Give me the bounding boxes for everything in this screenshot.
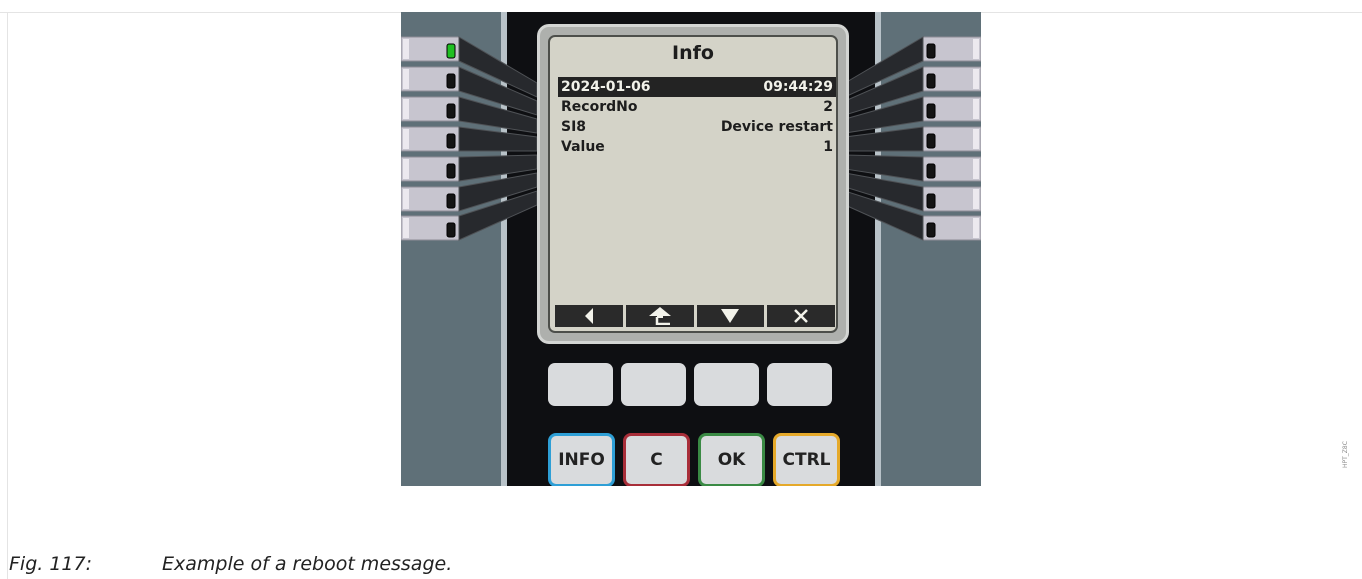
softkey-button-4[interactable] (767, 363, 832, 406)
lcd-row-si8[interactable]: SI8 Device restart (558, 117, 836, 137)
status-led (446, 133, 456, 149)
lcd-title: Info (672, 42, 714, 64)
lcd-frame: Info 2024-01-06 09:44:29 RecordNo 2 SI8 Dev… (537, 24, 849, 344)
lcd-row-date[interactable]: 2024-01-06 09:44:29 (558, 77, 836, 97)
status-led (926, 43, 936, 59)
status-led (926, 73, 936, 89)
left-arrow-icon (584, 308, 593, 324)
status-led (446, 193, 456, 209)
softkey-parent[interactable] (625, 305, 694, 327)
lcd-row-value[interactable]: Value 1 (558, 137, 836, 157)
status-led (446, 73, 456, 89)
figure-text: Example of a reboot message. (162, 553, 453, 575)
device-front-panel: Info 2024-01-06 09:44:29 RecordNo 2 SI8 Dev… (401, 12, 981, 486)
row-label: RecordNo (561, 99, 638, 115)
status-led (926, 103, 936, 119)
lcd-row-recordno[interactable]: RecordNo 2 (558, 97, 836, 117)
figure-number: Fig. 117: (9, 553, 93, 575)
row-label: 2024-01-06 (561, 79, 651, 95)
frame-left-border (7, 12, 8, 579)
left-rail (501, 12, 507, 486)
ok-key[interactable]: OK (698, 433, 765, 486)
function-keys: INFO C OK CTRL (548, 433, 840, 486)
softkey-down[interactable] (696, 305, 765, 327)
up-to-parent-icon (648, 307, 671, 325)
figure-caption: Fig. 117: Example of a reboot message. (9, 553, 452, 575)
right-rail (875, 12, 881, 486)
softkey-buttons (548, 363, 832, 406)
close-icon (794, 309, 809, 323)
row-value: 09:44:29 (763, 79, 833, 95)
row-label: Value (561, 139, 605, 155)
info-key[interactable]: INFO (548, 433, 615, 486)
row-value: 1 (823, 139, 833, 155)
lcd-rows: 2024-01-06 09:44:29 RecordNo 2 SI8 Device r… (558, 77, 836, 157)
softkey-bar (555, 305, 835, 327)
status-led (446, 163, 456, 179)
lcd-display: Info 2024-01-06 09:44:29 RecordNo 2 SI8 Dev… (548, 35, 838, 333)
row-value: 2 (823, 99, 833, 115)
status-led (926, 133, 936, 149)
softkey-button-2[interactable] (621, 363, 686, 406)
c-key[interactable]: C (623, 433, 690, 486)
status-led (926, 222, 936, 238)
softkey-back[interactable] (555, 305, 623, 327)
row-value: Device restart (720, 119, 833, 135)
status-led (446, 103, 456, 119)
softkey-close[interactable] (767, 305, 835, 327)
status-led (446, 43, 456, 59)
status-led (446, 222, 456, 238)
row-label: SI8 (561, 119, 587, 135)
status-led (926, 193, 936, 209)
status-led (926, 163, 936, 179)
ctrl-key[interactable]: CTRL (773, 433, 840, 486)
softkey-button-3[interactable] (694, 363, 759, 406)
down-arrow-icon (721, 309, 740, 323)
side-code: HPT_Z8C (1342, 441, 1349, 468)
softkey-button-1[interactable] (548, 363, 613, 406)
